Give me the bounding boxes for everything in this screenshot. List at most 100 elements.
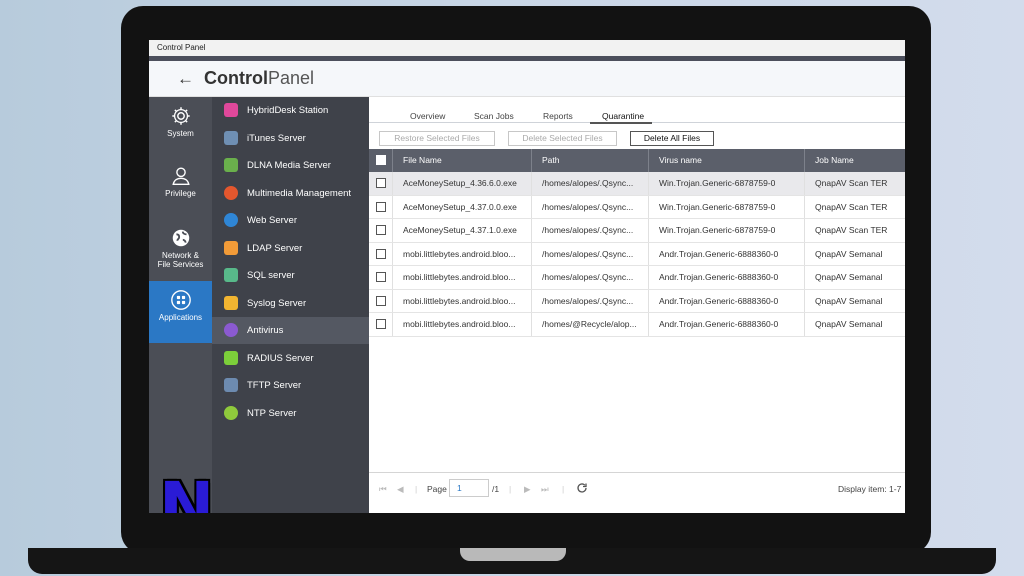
next-page-icon[interactable]: ▶ [524, 484, 531, 495]
syslog-icon [224, 295, 238, 310]
subnav-web-server[interactable]: Web Server [212, 207, 369, 234]
subnav-label: iTunes Server [247, 132, 306, 144]
subnav-label: Syslog Server [247, 297, 307, 309]
gear-icon [171, 107, 190, 125]
subnav-hybriddesk-station[interactable]: HybridDesk Station [212, 97, 369, 124]
table-row[interactable]: AceMoneySetup_4.37.1.0.exe /homes/alopes… [369, 219, 905, 243]
row-checkbox[interactable] [376, 178, 386, 188]
panel-footer [369, 502, 905, 513]
user-icon [171, 167, 190, 185]
tftp-icon [224, 378, 238, 392]
pager-divider: | [415, 484, 418, 494]
subnav-multimedia-management[interactable]: Multimedia Management [212, 180, 369, 207]
web-icon [224, 213, 238, 227]
cell-file-name: mobi.littlebytes.android.bloo... [393, 242, 532, 265]
back-arrow-icon[interactable]: ← [177, 69, 194, 89]
cell-path: /homes/@Recycle/alop... [532, 313, 649, 336]
refresh-icon[interactable] [576, 482, 588, 494]
row-checkbox[interactable] [376, 248, 386, 259]
row-checkbox-cell [369, 242, 393, 265]
subnav-label: HybridDesk Station [247, 105, 329, 116]
row-checkbox-cell [369, 195, 393, 218]
cell-file-name: AceMoneySetup_4.37.1.0.exe [393, 219, 532, 242]
subnav-antivirus[interactable]: Antivirus [212, 317, 369, 344]
subnav-sql-server[interactable]: SQL server [212, 262, 369, 289]
delete-all-files-button[interactable]: Delete All Files [630, 131, 714, 146]
radius-icon [224, 350, 238, 365]
row-checkbox[interactable] [376, 201, 386, 212]
row-checkbox-cell [369, 289, 393, 312]
app-header: ← ControlPanel [149, 61, 905, 97]
column-header-job-name[interactable]: Job Name [805, 149, 905, 172]
column-header-path[interactable]: Path [532, 149, 649, 172]
nav-applications-label: Applications [158, 313, 203, 322]
table-row[interactable]: AceMoneySetup_4.36.6.0.exe /homes/alopes… [369, 172, 905, 196]
subnav-itunes-server[interactable]: iTunes Server [212, 125, 369, 152]
subnav-tftp-server[interactable]: TFTP Server [212, 372, 369, 399]
pager-divider: | [509, 484, 512, 494]
page-number-input[interactable]: 1 [449, 479, 489, 497]
subnav-ntp-server[interactable]: NTP Server [212, 400, 369, 427]
first-page-icon[interactable]: ⏮ [379, 484, 387, 495]
tab-quarantine[interactable]: Quarantine [602, 111, 644, 121]
cell-file-name: mobi.littlebytes.android.bloo... [393, 289, 532, 312]
channel-logo-n: N [159, 468, 215, 514]
nav-network-file-services[interactable]: Network & File Services [149, 219, 212, 281]
sql-icon [224, 268, 238, 282]
delete-selected-files-button[interactable]: Delete Selected Files [508, 131, 617, 146]
row-checkbox-cell [369, 313, 393, 336]
subnav-label: LDAP Server [247, 242, 303, 254]
subnav-label: DLNA Media Server [247, 160, 331, 171]
row-checkbox[interactable] [376, 272, 386, 282]
subnav-radius-server[interactable]: RADIUS Server [212, 345, 369, 372]
table-row[interactable]: mobi.littlebytes.android.bloo... /homes/… [369, 266, 905, 290]
cell-job-name: QnapAV Scan TER [815, 178, 888, 188]
select-all-cell [369, 149, 393, 172]
applications-subnav: HybridDesk Station iTunes Server DLNA Me… [212, 97, 369, 513]
subnav-syslog-server[interactable]: Syslog Server [212, 290, 369, 317]
cell-virus-name: Win.Trojan.Generic-6878759-0 [649, 195, 805, 218]
cell-path: /homes/alopes/.Qsync... [532, 195, 649, 218]
column-header-virus-name[interactable]: Virus name [649, 149, 805, 172]
page-title-light: Panel [267, 68, 315, 88]
active-tab-indicator [590, 122, 652, 124]
prev-page-icon[interactable]: ◀ [397, 484, 404, 495]
row-checkbox[interactable] [376, 319, 386, 329]
pager-divider: | [562, 484, 565, 494]
cell-virus-name: Andr.Trojan.Generic-6888360-0 [649, 289, 805, 312]
subnav-dlna-media-server[interactable]: DLNA Media Server [212, 152, 369, 179]
page-title: ControlPanel [204, 68, 314, 89]
window-titlebar: Control Panel [149, 40, 905, 56]
nav-privilege[interactable]: Privilege [149, 157, 212, 217]
cell-path: /homes/alopes/.Qsync... [532, 219, 649, 242]
cell-virus-name: Andr.Trojan.Generic-6888360-0 [649, 266, 805, 289]
table-row[interactable]: mobi.littlebytes.android.bloo... /homes/… [369, 313, 905, 337]
subnav-label: Web Server [247, 215, 297, 226]
tab-reports[interactable]: Reports [543, 111, 573, 121]
pagination-bar: ⏮ ◀ | Page 1 /1 | ▶ ⏭ | Display item: 1-… [369, 472, 905, 502]
cell-file-name: AceMoneySetup_4.36.6.0.exe [393, 172, 532, 195]
row-checkbox[interactable] [376, 225, 386, 235]
table-row[interactable]: mobi.littlebytes.android.bloo... /homes/… [369, 242, 905, 266]
cell-path: /homes/alopes/.Qsync... [532, 242, 649, 265]
cell-file-name: mobi.littlebytes.android.bloo... [393, 313, 532, 336]
select-all-checkbox[interactable] [376, 155, 386, 165]
column-header-file-name[interactable]: File Name [393, 149, 532, 172]
nav-applications[interactable]: Applications [149, 281, 212, 343]
screen: Control Panel ← ControlPanel System Priv… [149, 40, 905, 513]
cell-virus-name: Win.Trojan.Generic-6878759-0 [649, 172, 805, 195]
row-checkbox[interactable] [376, 295, 386, 306]
last-page-icon[interactable]: ⏭ [541, 484, 549, 495]
table-row[interactable]: mobi.littlebytes.android.bloo... /homes/… [369, 289, 905, 313]
cell-job-name: QnapAV Semanal [815, 319, 883, 329]
table-row[interactable]: AceMoneySetup_4.37.0.0.exe /homes/alopes… [369, 195, 905, 219]
cell-path: /homes/alopes/.Qsync... [532, 172, 649, 195]
restore-selected-files-button[interactable]: Restore Selected Files [379, 131, 495, 146]
tab-scan-jobs[interactable]: Scan Jobs [474, 111, 514, 121]
cell-file-name: AceMoneySetup_4.37.0.0.exe [393, 195, 532, 218]
subnav-ldap-server[interactable]: LDAP Server [212, 235, 369, 262]
nav-system[interactable]: System [149, 97, 212, 157]
tab-overview[interactable]: Overview [410, 111, 445, 121]
cell-job-name: QnapAV Scan TER [815, 225, 888, 235]
multimedia-icon [224, 185, 238, 200]
